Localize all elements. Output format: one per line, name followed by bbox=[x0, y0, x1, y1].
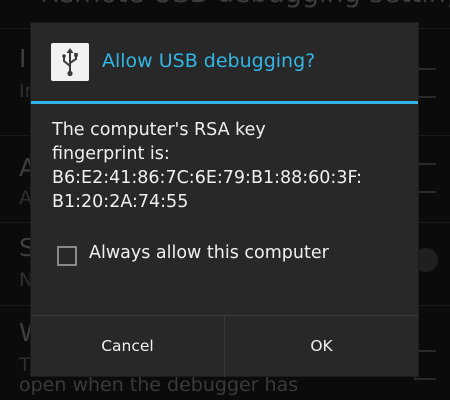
usb-debugging-dialog: Allow USB debugging? The computer's RSA … bbox=[31, 23, 418, 377]
usb-icon bbox=[51, 43, 89, 81]
ok-button[interactable]: OK bbox=[225, 316, 418, 377]
always-allow-row[interactable]: Always allow this computer bbox=[53, 243, 393, 269]
background-title: Remote USB debugging settings bbox=[40, 0, 450, 9]
always-allow-checkbox[interactable] bbox=[57, 246, 77, 266]
dialog-title-divider bbox=[31, 101, 418, 104]
dialog-button-bar: Cancel OK bbox=[31, 315, 418, 377]
dialog-title: Allow USB debugging? bbox=[102, 50, 316, 72]
message-line: fingerprint is: bbox=[52, 144, 170, 164]
background-summary-text: open when the debugger has bbox=[19, 374, 299, 396]
rsa-fingerprint: B1:20:2A:74:55 bbox=[52, 192, 189, 212]
rsa-fingerprint: B6:E2:41:86:7C:6E:79:B1:88:60:3F: bbox=[52, 168, 363, 188]
dialog-message: The computer's RSA key fingerprint is: B… bbox=[52, 118, 412, 214]
always-allow-label[interactable]: Always allow this computer bbox=[89, 243, 329, 263]
message-line: The computer's RSA key bbox=[52, 120, 266, 140]
dialog-header: Allow USB debugging? bbox=[31, 23, 418, 101]
background-setting-title: I bbox=[19, 44, 27, 73]
cancel-button[interactable]: Cancel bbox=[31, 316, 225, 377]
screen: Remote USB debugging settings I In A A S… bbox=[0, 0, 450, 400]
